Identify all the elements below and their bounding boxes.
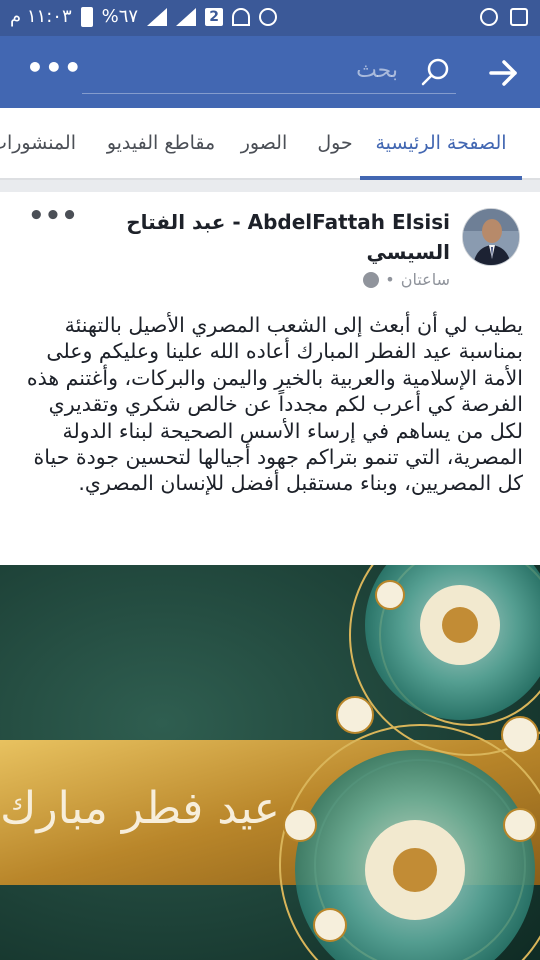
- meta-separator: •: [385, 270, 395, 289]
- tab-photos[interactable]: الصور: [234, 108, 294, 180]
- tab-posts[interactable]: المنشورات: [0, 108, 76, 180]
- search-header: ••• بحث: [0, 36, 540, 108]
- sim-badge: 2: [205, 7, 224, 26]
- post-image[interactable]: عيد فطر مبارك: [0, 565, 540, 960]
- page-tabs: الصفحة الرئيسية حول الصور مقاطع الفيديو …: [0, 108, 540, 180]
- post-more-icon[interactable]: •••: [28, 203, 78, 229]
- tab-home[interactable]: الصفحة الرئيسية: [360, 108, 522, 180]
- image-greeting-text: عيد فطر مبارك: [0, 783, 280, 834]
- status-bar: ١١:٠٣ م %٦٧ 2: [0, 0, 540, 36]
- wifi-icon: [232, 7, 251, 26]
- clock: ١١:٠٣ م: [10, 6, 72, 27]
- globe-icon: [363, 271, 380, 288]
- tab-videos[interactable]: مقاطع الفيديو: [106, 108, 216, 180]
- battery-icon: [80, 6, 93, 27]
- avatar[interactable]: [462, 208, 520, 266]
- post-meta: ساعتان •: [363, 270, 450, 289]
- post-time[interactable]: ساعتان: [401, 270, 450, 289]
- signal-icon: [147, 7, 168, 26]
- image-notification-icon: [510, 8, 528, 26]
- settings-notification-icon: [480, 8, 498, 26]
- signal-icon-2: [176, 7, 197, 26]
- battery-percent: %٦٧: [101, 6, 139, 27]
- alarm-icon: [259, 7, 278, 26]
- search-placeholder: بحث: [356, 58, 398, 83]
- search-input[interactable]: بحث: [82, 52, 456, 94]
- post-card: AbdelFattah Elsisi - عبد الفتاح السيسي س…: [0, 192, 540, 565]
- post-author[interactable]: AbdelFattah Elsisi - عبد الفتاح السيسي: [120, 207, 450, 267]
- more-options-icon[interactable]: •••: [26, 54, 83, 82]
- search-icon: [421, 58, 449, 86]
- back-arrow-icon[interactable]: [486, 56, 520, 90]
- post-text: يطيب لي أن أبعث إلى الشعب المصري الأصيل …: [26, 313, 523, 496]
- eid-greeting-image: عيد فطر مبارك: [0, 565, 540, 960]
- tab-about[interactable]: حول: [308, 108, 362, 180]
